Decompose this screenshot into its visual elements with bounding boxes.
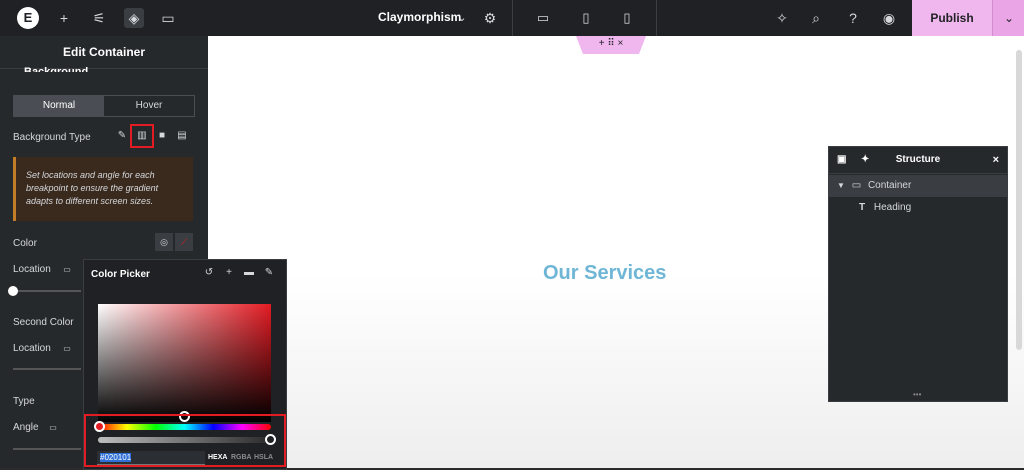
- reset-icon[interactable]: ↺: [202, 266, 216, 280]
- tab-hover[interactable]: Hover: [104, 96, 194, 116]
- hue-handle[interactable]: [94, 421, 105, 432]
- section-title: Background: [24, 66, 89, 72]
- structure-panel: ▣ ✦ Structure × ▼ ▭ Container T Heading …: [828, 146, 1008, 402]
- container-icon: ▭: [851, 180, 862, 191]
- structure-item-label: Container: [867, 180, 912, 191]
- tablet-view-icon[interactable]: ▯: [577, 9, 595, 27]
- close-icon[interactable]: ×: [993, 147, 999, 173]
- location-slider-handle[interactable]: [8, 286, 18, 296]
- page-settings-gear-icon[interactable]: ⚙: [480, 8, 500, 28]
- responsive-desktop-icon[interactable]: ▭: [44, 419, 62, 437]
- structure-item-heading[interactable]: T Heading: [829, 197, 1007, 219]
- trash-icon[interactable]: ▬: [242, 266, 256, 280]
- mobile-view-icon[interactable]: ▯: [618, 9, 636, 27]
- format-hsla[interactable]: HSLA: [254, 454, 273, 461]
- slideshow-icon[interactable]: ▤: [172, 126, 192, 146]
- add-color-icon[interactable]: +: [222, 266, 236, 280]
- classic-brush-icon[interactable]: ✎: [112, 126, 132, 146]
- ai-sparkle-icon[interactable]: ✦: [861, 147, 869, 173]
- global-colors-icon[interactable]: ◎: [155, 233, 173, 251]
- structure-header: ▣ ✦ Structure ×: [829, 147, 1007, 174]
- divider: [512, 0, 513, 36]
- angle-label: Angle: [13, 422, 39, 433]
- gradient-notice: Set locations and angle for each breakpo…: [13, 157, 193, 221]
- publish-button[interactable]: Publish: [912, 0, 992, 36]
- site-settings-icon[interactable]: ⚟: [89, 8, 109, 28]
- canvas-scrollbar[interactable]: [1016, 50, 1022, 350]
- second-location-label: Location: [13, 343, 51, 354]
- color-swatch-icon[interactable]: ⟋: [175, 233, 193, 251]
- divider: [656, 0, 657, 36]
- tab-normal[interactable]: Normal: [14, 96, 104, 116]
- second-color-label: Second Color: [13, 317, 74, 328]
- responsive-desktop-icon[interactable]: ▭: [58, 340, 76, 358]
- background-type-options: ✎ ▥ ■ ▤: [112, 124, 192, 148]
- video-icon[interactable]: ■: [152, 126, 172, 146]
- alpha-slider[interactable]: [98, 437, 271, 443]
- location-label: Location: [13, 264, 51, 275]
- container-handle[interactable]: + ⠿ ×: [576, 36, 646, 54]
- collapse-icon[interactable]: ▣: [837, 147, 846, 173]
- responsive-desktop-icon[interactable]: ▭: [58, 261, 76, 279]
- structure-item-label: Heading: [873, 202, 912, 213]
- help-icon[interactable]: ?: [843, 8, 863, 28]
- panel-title: Edit Container: [0, 36, 208, 69]
- eyedropper-icon[interactable]: ✎: [262, 266, 276, 280]
- resize-handle-icon[interactable]: •••: [913, 390, 921, 399]
- elementor-logo-icon[interactable]: E: [17, 7, 39, 29]
- heading-icon: T: [859, 202, 866, 213]
- saturation-area[interactable]: [98, 304, 271, 422]
- color-picker-popover: Color Picker ↺ + ▬ ✎ #020101 HEXA RGBA H…: [83, 259, 287, 470]
- structure-item-container[interactable]: ▼ ▭ Container: [829, 175, 1007, 197]
- angle-slider-track[interactable]: [13, 448, 81, 450]
- hex-input[interactable]: #020101: [97, 451, 205, 465]
- caret-down-icon[interactable]: ▼: [837, 181, 845, 190]
- color-label: Color: [13, 238, 37, 249]
- format-hexa[interactable]: HEXA: [208, 454, 227, 461]
- top-bar: E + ⚟ ◈ ▭ Claymorphism ⌄ ⚙ ▭ ▯ ▯ ✧ ⌕ ? ◉…: [0, 0, 1024, 36]
- hue-slider[interactable]: [98, 424, 271, 430]
- location-slider-track[interactable]: [13, 290, 81, 292]
- whats-new-icon[interactable]: ✧: [772, 8, 792, 28]
- canvas-heading[interactable]: Our Services: [543, 262, 666, 285]
- second-location-slider-track[interactable]: [13, 368, 81, 370]
- add-element-icon[interactable]: +: [54, 8, 74, 28]
- type-label: Type: [13, 396, 35, 407]
- format-rgba[interactable]: RGBA: [231, 454, 252, 461]
- search-icon[interactable]: ⌕: [806, 8, 826, 28]
- alpha-handle[interactable]: [265, 434, 276, 445]
- structure-title: Structure: [895, 154, 941, 165]
- desktop-view-icon[interactable]: ▭: [534, 9, 552, 27]
- background-type-label: Background Type: [13, 132, 91, 143]
- color-picker-title: Color Picker: [91, 269, 150, 280]
- state-tabs: Normal Hover: [13, 95, 195, 117]
- gradient-icon[interactable]: ▥: [130, 124, 154, 148]
- document-title[interactable]: Claymorphism: [378, 10, 461, 24]
- preview-eye-icon[interactable]: ◉: [879, 8, 899, 28]
- notes-icon[interactable]: ▭: [158, 8, 178, 28]
- chevron-down-icon[interactable]: ⌄: [452, 8, 472, 28]
- structure-layers-icon[interactable]: ◈: [124, 8, 144, 28]
- publish-options-chevron-icon[interactable]: ⌄: [992, 0, 1024, 36]
